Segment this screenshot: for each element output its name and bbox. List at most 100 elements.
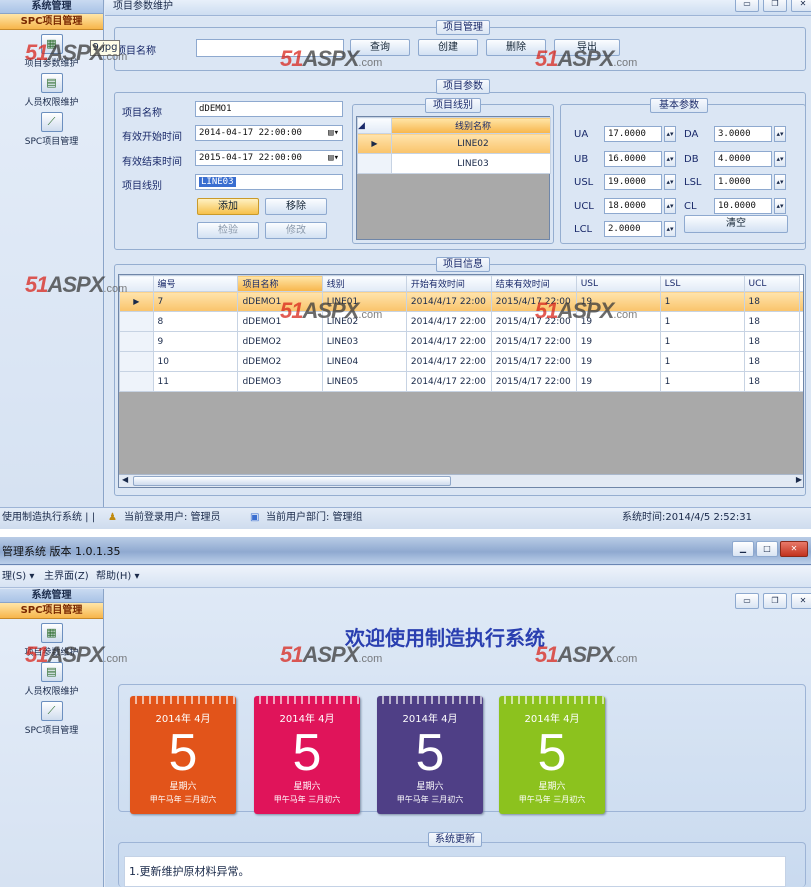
- project-lines-title: 项目线别: [425, 98, 481, 113]
- end-time-picker[interactable]: 2015-04-17 22:00:00 ▤▾: [195, 150, 343, 166]
- spin-button[interactable]: ▴▾: [664, 174, 676, 190]
- param-value-input[interactable]: 2.0000: [604, 221, 662, 237]
- row-pointer-icon: ▶: [357, 133, 392, 154]
- check-button[interactable]: 检验: [197, 222, 259, 239]
- col-header[interactable]: UCL: [743, 275, 800, 292]
- param-name-input[interactable]: dDEMO1: [195, 101, 343, 117]
- col-header[interactable]: 开始有效时间: [405, 275, 492, 292]
- table-cell: dDEMO3: [237, 371, 323, 392]
- menu-system[interactable]: 理(S) ▾: [2, 566, 34, 587]
- table-cell: [799, 311, 803, 332]
- spin-button[interactable]: ▴▾: [664, 198, 676, 214]
- clear-button[interactable]: 清空: [684, 215, 788, 233]
- remove-button[interactable]: 移除: [265, 198, 327, 215]
- table-row[interactable]: 10 dDEMO2 LINE04 2014/4/17 22:00 2015/4/17 2…: [119, 351, 803, 372]
- close-icon[interactable]: ✕: [780, 541, 808, 557]
- spin-button[interactable]: ▴▾: [774, 174, 786, 190]
- basic-params-title: 基本参数: [650, 98, 708, 113]
- end-time-label: 有效结束时间: [122, 157, 182, 168]
- param-value-input[interactable]: 1.0000: [714, 174, 772, 190]
- close-icon[interactable]: ✕: [791, 0, 811, 12]
- col-header[interactable]: 线别: [321, 275, 407, 292]
- row-header[interactable]: [119, 311, 154, 332]
- horizontal-scrollbar[interactable]: ◀ ▶: [119, 474, 803, 487]
- calendar-day: 5: [537, 724, 567, 782]
- nav-item-spc[interactable]: ⟋ SPC项目管理: [0, 701, 103, 736]
- status-app-name: 使用制造执行系统 | |: [2, 512, 96, 523]
- nav-item-user-permission[interactable]: ▤ 人员权限维护: [0, 73, 103, 108]
- spin-button[interactable]: ▴▾: [664, 151, 676, 167]
- param-value-input[interactable]: 17.0000: [604, 126, 662, 142]
- col-header[interactable]: 结束有效时间: [490, 275, 577, 292]
- table-cell: 2014/4/17 22:00: [405, 351, 492, 372]
- table-cell: dDEMO2: [237, 331, 323, 352]
- table-row[interactable]: ▶ 7 dDEMO1 LINE01 2014/4/17 22:00 2015/4/17 2…: [119, 291, 803, 312]
- param-value-input[interactable]: 16.0000: [604, 151, 662, 167]
- col-header[interactable]: 项目名称: [237, 275, 323, 292]
- watermark-logo: 51ASPX.com: [535, 46, 638, 71]
- calendar-month: 2014年 4月: [402, 714, 458, 725]
- param-value-input[interactable]: 3.0000: [714, 126, 772, 142]
- menu-help[interactable]: 帮助(H) ▾: [96, 566, 140, 587]
- calendar-month: 2014年 4月: [524, 714, 580, 725]
- menu-home[interactable]: 主界面(Z): [44, 566, 89, 587]
- scroll-left-icon[interactable]: ◀: [122, 475, 128, 484]
- line-row[interactable]: LINE02: [391, 133, 551, 154]
- row-header[interactable]: [119, 331, 154, 352]
- modify-button[interactable]: 修改: [265, 222, 327, 239]
- sidebar-header[interactable]: 系统管理: [0, 589, 103, 603]
- param-value-input[interactable]: 18.0000: [604, 198, 662, 214]
- calendar-card: 2014年 4月 5 星期六 甲午马年 三月初六: [254, 696, 360, 814]
- project-line-input[interactable]: LINE03: [195, 174, 343, 190]
- start-time-picker[interactable]: 2014-04-17 22:00:00 ▤▾: [195, 125, 343, 141]
- status-department: 当前用户部门: 管理组: [266, 512, 363, 523]
- table-cell: LINE03: [321, 331, 407, 352]
- maximize-icon[interactable]: □: [756, 541, 778, 557]
- table-cell: 7: [152, 291, 239, 312]
- scroll-thumb[interactable]: [133, 476, 451, 486]
- param-value-input[interactable]: 4.0000: [714, 151, 772, 167]
- calendar-weekday: 星期六: [538, 782, 566, 792]
- sidebar-section[interactable]: SPC项目管理: [0, 603, 103, 619]
- spin-button[interactable]: ▴▾: [664, 126, 676, 142]
- row-header[interactable]: [119, 371, 154, 392]
- status-time: 系统时间:2014/4/5 2:52:31: [622, 512, 753, 523]
- spin-button[interactable]: ▴▾: [774, 198, 786, 214]
- project-mgmt-title: 项目管理: [436, 20, 490, 35]
- minimize-icon[interactable]: ▭: [735, 593, 759, 609]
- param-value-input[interactable]: 19.0000: [604, 174, 662, 190]
- calendar-rings: [254, 696, 360, 704]
- restore-icon[interactable]: ❐: [763, 0, 787, 12]
- spin-button[interactable]: ▴▾: [774, 151, 786, 167]
- calendar-dropdown-icon[interactable]: ▤▾: [328, 126, 339, 140]
- nav-item-spc[interactable]: ⟋ SPC项目管理: [0, 112, 103, 147]
- table-row[interactable]: 9 dDEMO2 LINE03 2014/4/17 22:00 2015/4/17 22…: [119, 331, 803, 352]
- watermark-logo: 51ASPX.com: [25, 642, 128, 667]
- col-header[interactable]: USL: [575, 275, 661, 292]
- restore-icon[interactable]: ❐: [763, 593, 787, 609]
- minimize-icon[interactable]: ▭: [735, 0, 759, 12]
- line-row[interactable]: LINE03: [391, 153, 551, 174]
- calendar-weekday: 星期六: [293, 782, 321, 792]
- create-button[interactable]: 创建: [418, 39, 478, 56]
- minimize-icon[interactable]: ▁: [732, 541, 754, 557]
- add-button[interactable]: 添加: [197, 198, 259, 215]
- end-time-value: 2015-04-17 22:00:00: [199, 153, 302, 163]
- col-header[interactable]: 编号: [152, 275, 239, 292]
- close-icon[interactable]: ✕: [791, 593, 811, 609]
- calendar-dropdown-icon[interactable]: ▤▾: [328, 151, 339, 165]
- line-name-header[interactable]: 线别名称: [391, 117, 551, 134]
- sidebar-header[interactable]: 系统管理: [0, 0, 103, 14]
- param-value-input[interactable]: 10.0000: [714, 198, 772, 214]
- table-row[interactable]: 11 dDEMO3 LINE05 2014/4/17 22:00 2015/4/17 2…: [119, 371, 803, 392]
- col-header[interactable]: LSL: [659, 275, 745, 292]
- table-row[interactable]: 8 dDEMO1 LINE02 2014/4/17 22:00 2015/4/17 22…: [119, 311, 803, 332]
- table-cell: 2014/4/17 22:00: [405, 291, 492, 312]
- spin-button[interactable]: ▴▾: [774, 126, 786, 142]
- sidebar-section[interactable]: SPC项目管理: [0, 14, 103, 30]
- tab-title[interactable]: 项目参数维护: [113, 0, 173, 12]
- spin-button[interactable]: ▴▾: [664, 221, 676, 237]
- calendar-card: 2014年 4月 5 星期六 甲午马年 三月初六: [499, 696, 605, 814]
- row-header[interactable]: [119, 351, 154, 372]
- scroll-right-icon[interactable]: ▶: [796, 475, 802, 484]
